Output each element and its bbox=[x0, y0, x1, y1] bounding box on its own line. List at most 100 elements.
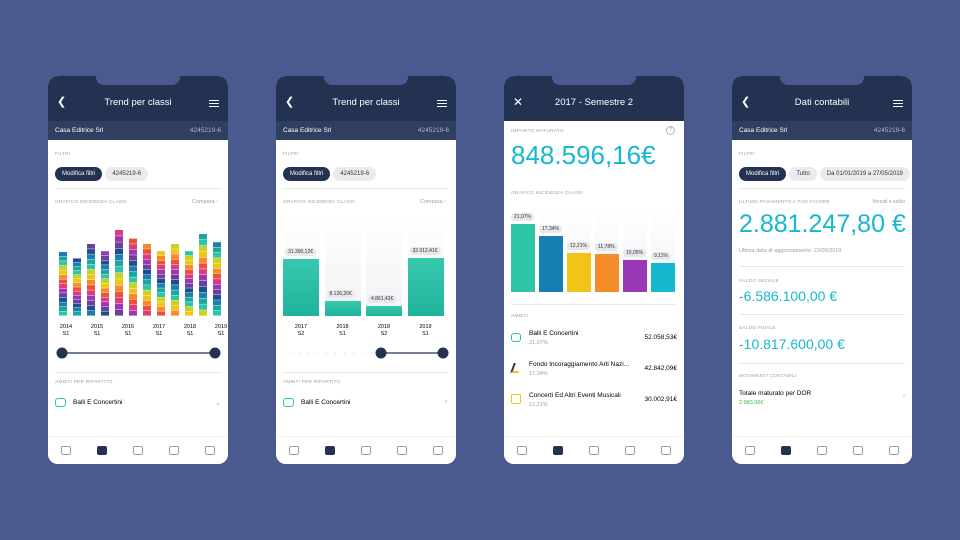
home-tab-icon[interactable] bbox=[517, 446, 527, 455]
notch bbox=[780, 76, 864, 85]
bar-segment bbox=[143, 290, 151, 296]
home-tab-icon[interactable] bbox=[61, 446, 71, 455]
movement-row[interactable]: Totale maturato per DOR 2.983,96€ › bbox=[739, 390, 905, 412]
bar-segment bbox=[185, 288, 193, 293]
bar-segment bbox=[171, 274, 179, 280]
chevron-down-icon[interactable]: ⌄ bbox=[216, 399, 221, 407]
final-balance-value: -10.817.600,00 € bbox=[739, 336, 845, 352]
filter-settings-icon[interactable] bbox=[437, 98, 447, 107]
code-filter-chip[interactable]: 4245219-6 bbox=[333, 167, 377, 181]
document-tab-icon[interactable] bbox=[205, 446, 215, 455]
bar-value-label: 8.126,20€ bbox=[326, 290, 355, 299]
ambito-row[interactable]: Fondo Incoraggiamento Arti Nazi... 17,34… bbox=[510, 361, 677, 387]
chevron-right-icon[interactable]: › bbox=[903, 392, 905, 399]
bar-segment bbox=[129, 282, 137, 288]
bar-segment bbox=[199, 275, 207, 281]
chart-label: GRAFICO INCIDENZA CLASSI bbox=[511, 191, 583, 196]
bar-segment bbox=[101, 251, 109, 256]
document-tab-icon[interactable] bbox=[661, 446, 671, 455]
bar-segment bbox=[87, 300, 95, 306]
period-slider[interactable] bbox=[283, 346, 449, 360]
bar-segment bbox=[157, 251, 165, 256]
compare-link[interactable]: Compara › bbox=[420, 199, 446, 205]
ambito-row[interactable]: Concerti Ed Altri Eventi Musicali 12,21%… bbox=[511, 392, 677, 418]
bar-value-label: 4.861,43€ bbox=[368, 295, 397, 303]
bar-segment bbox=[199, 286, 207, 293]
bar-segment bbox=[143, 305, 151, 311]
bar-value-label: 9,11% bbox=[651, 251, 671, 260]
bell-tab-icon[interactable] bbox=[853, 446, 863, 455]
masks-icon bbox=[283, 398, 294, 407]
bar-segment bbox=[115, 303, 123, 310]
bar-segment bbox=[115, 242, 123, 249]
bell-tab-icon[interactable] bbox=[169, 446, 179, 455]
bar-segment bbox=[115, 260, 123, 267]
amount-label: IMPORTO MATURATO bbox=[511, 129, 564, 134]
versati-link[interactable]: Versati a saldo bbox=[872, 199, 905, 205]
bar-segment bbox=[199, 239, 207, 246]
bar-segment bbox=[199, 310, 207, 316]
bar-segment bbox=[185, 278, 193, 284]
bar-segment bbox=[213, 242, 221, 248]
company-name: Casa Editrice Srl bbox=[283, 127, 332, 134]
bar-segment bbox=[115, 254, 123, 261]
trend-tab-icon[interactable] bbox=[325, 446, 335, 455]
bar-segment bbox=[171, 259, 179, 265]
bar-segment bbox=[129, 266, 137, 272]
ambito-row[interactable]: Balli E Concertini ⌃ bbox=[283, 398, 449, 407]
bar-segment bbox=[199, 257, 207, 263]
bell-tab-icon[interactable] bbox=[625, 446, 635, 455]
home-tab-icon[interactable] bbox=[745, 446, 755, 455]
trend-tab-icon[interactable] bbox=[781, 446, 791, 455]
bar bbox=[567, 252, 591, 292]
bar-segment bbox=[157, 297, 165, 302]
ambito-name: Balli E Concertini bbox=[73, 399, 123, 406]
grid-tab-icon[interactable] bbox=[817, 446, 827, 455]
ambito-amount: 52.058,53€ bbox=[644, 334, 677, 341]
grid-tab-icon[interactable] bbox=[133, 446, 143, 455]
filter-settings-icon[interactable] bbox=[893, 98, 903, 107]
company-bar: Casa Editrice Srl 4245219-6 bbox=[48, 121, 228, 140]
bar-segment bbox=[129, 293, 137, 300]
chart-label: GRAFICO INCIDENZA CLASSI bbox=[55, 200, 127, 205]
type-filter-chip[interactable]: Tutto bbox=[789, 167, 817, 181]
trend-tab-icon[interactable] bbox=[553, 446, 563, 455]
bar-segment bbox=[157, 274, 165, 279]
bar bbox=[595, 253, 619, 292]
edit-filters-chip[interactable]: Modifica filtri bbox=[55, 167, 103, 181]
notch bbox=[96, 76, 180, 85]
bar-segment bbox=[59, 261, 67, 266]
grid-tab-icon[interactable] bbox=[361, 446, 371, 455]
grid-tab-icon[interactable] bbox=[589, 446, 599, 455]
bar-segment bbox=[157, 265, 165, 270]
company-bar: Casa Editrice Srl 4245219-6 bbox=[276, 121, 456, 140]
edit-filters-chip[interactable]: Modifica filtri bbox=[739, 167, 787, 181]
bell-tab-icon[interactable] bbox=[397, 446, 407, 455]
bar-segment bbox=[73, 262, 81, 267]
code-filter-chip[interactable]: 4245219-6 bbox=[105, 167, 149, 181]
trend-tab-icon[interactable] bbox=[97, 446, 107, 455]
document-tab-icon[interactable] bbox=[433, 446, 443, 455]
filter-settings-icon[interactable] bbox=[209, 98, 219, 107]
class-percentage-chart: 21,07% 17,34% 12,21% 11,78% 10,05% 9,11% bbox=[511, 208, 684, 292]
ambito-row[interactable]: Balli E Concertini 21,07% 52.058,53€ bbox=[511, 330, 677, 356]
bar-segment bbox=[101, 269, 109, 274]
bar-segment bbox=[213, 300, 221, 306]
home-tab-icon[interactable] bbox=[289, 446, 299, 455]
ambito-amount: 30.002,91€ bbox=[644, 396, 677, 403]
ambito-pct: 17,34% bbox=[529, 371, 548, 377]
bar-segment bbox=[143, 254, 151, 260]
compare-link[interactable]: Compara › bbox=[192, 199, 218, 205]
period-slider[interactable] bbox=[55, 346, 221, 360]
last-payment-value: 2.881.247,80 € bbox=[739, 210, 906, 238]
bar-segment bbox=[73, 295, 81, 300]
ambito-row[interactable]: Balli E Concertini ⌄ bbox=[55, 398, 221, 407]
date-filter-chip[interactable]: Da 01/01/2019 a 27/05/2019 bbox=[819, 167, 910, 181]
document-tab-icon[interactable] bbox=[889, 446, 899, 455]
bar-segment bbox=[143, 280, 151, 285]
help-icon[interactable]: ? bbox=[666, 126, 675, 135]
chevron-up-icon[interactable]: ⌃ bbox=[444, 399, 449, 407]
x-tick-label: 2018 S2 bbox=[377, 324, 391, 337]
edit-filters-chip[interactable]: Modifica filtri bbox=[283, 167, 331, 181]
x-tick-label: 2019 S1 bbox=[214, 324, 228, 337]
